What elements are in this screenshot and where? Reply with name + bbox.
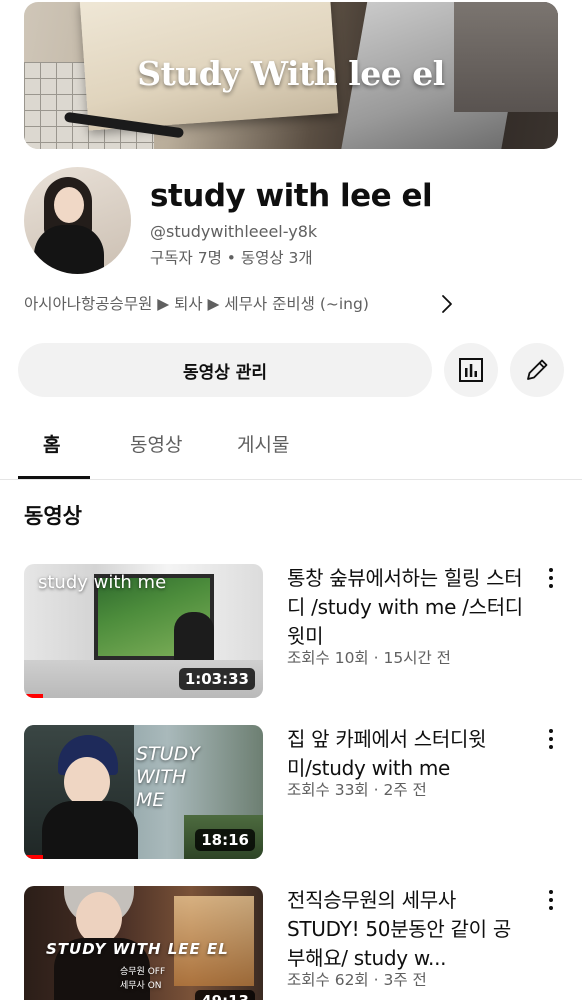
channel-name: study with lee el bbox=[150, 178, 433, 214]
video-thumbnail[interactable]: study with me 1:03:33 bbox=[24, 564, 263, 698]
video-thumbnail[interactable]: STUDY WITH ME 18:16 bbox=[24, 725, 263, 859]
chevron-right-icon[interactable] bbox=[437, 293, 457, 315]
thumbnail-text: STUDY WITH LEE EL bbox=[46, 940, 229, 958]
more-vert-icon[interactable] bbox=[540, 727, 562, 751]
video-duration: 18:16 bbox=[195, 829, 255, 851]
thumbnail-subtext: 승무원 OFF bbox=[120, 967, 166, 977]
video-title[interactable]: 통창 숲뷰에서하는 힐링 스터디 /study with me /스터디윗미 bbox=[287, 564, 527, 651]
video-meta: 조회수 33회 · 2주 전 bbox=[287, 781, 427, 799]
analytics-icon bbox=[459, 358, 483, 382]
more-vert-icon[interactable] bbox=[540, 888, 562, 912]
channel-handle: @studywithleeel-y8k bbox=[150, 222, 318, 241]
tab-posts[interactable]: 게시물 bbox=[237, 430, 289, 457]
video-item[interactable]: STUDY WITH ME 18:16 집 앞 카페에서 스터디윗미/study… bbox=[0, 725, 582, 865]
video-meta: 조회수 10회 · 15시간 전 bbox=[287, 649, 451, 667]
video-duration: 1:03:33 bbox=[178, 668, 255, 690]
watch-progress-bar bbox=[24, 694, 44, 698]
channel-stats: 구독자 7명 • 동영상 3개 bbox=[150, 249, 313, 267]
section-title-videos: 동영상 bbox=[24, 504, 82, 528]
tab-videos[interactable]: 동영상 bbox=[130, 430, 182, 457]
thumbnail-subtext: 세무사 ON bbox=[120, 981, 162, 991]
edit-channel-button[interactable] bbox=[510, 343, 564, 397]
channel-tabs: 홈 동영상 게시물 bbox=[0, 418, 582, 480]
watch-progress-bar bbox=[24, 855, 44, 859]
video-item[interactable]: STUDY WITH LEE EL 승무원 OFF 세무사 ON 49:13 전… bbox=[0, 886, 582, 1000]
more-vert-icon[interactable] bbox=[540, 566, 562, 590]
video-title[interactable]: 전직승무원의 세무사 STUDY! 50분동안 같이 공부해요/ study w… bbox=[287, 886, 527, 973]
manage-videos-button[interactable]: 동영상 관리 bbox=[18, 343, 432, 397]
edit-pencil-icon bbox=[527, 359, 548, 380]
video-title[interactable]: 집 앞 카페에서 스터디윗미/study with me bbox=[287, 725, 527, 783]
video-duration: 49:13 bbox=[195, 990, 255, 1000]
channel-banner: Study With lee el bbox=[24, 2, 558, 149]
thumbnail-text: study with me bbox=[38, 572, 167, 593]
video-thumbnail[interactable]: STUDY WITH LEE EL 승무원 OFF 세무사 ON 49:13 bbox=[24, 886, 263, 1000]
analytics-button[interactable] bbox=[444, 343, 498, 397]
channel-bio[interactable]: 아시아나항공승무원 ▶ 퇴사 ▶ 세무사 준비생 (~ing) bbox=[24, 292, 369, 314]
banner-title: Study With lee el bbox=[137, 54, 445, 93]
video-item[interactable]: study with me 1:03:33 통창 숲뷰에서하는 힐링 스터디 /… bbox=[0, 564, 582, 704]
video-meta: 조회수 62회 · 3주 전 bbox=[287, 971, 427, 989]
channel-avatar[interactable] bbox=[24, 167, 131, 274]
thumbnail-text: STUDY WITH ME bbox=[136, 743, 200, 811]
tab-home[interactable]: 홈 bbox=[43, 430, 60, 457]
active-tab-indicator bbox=[18, 476, 90, 479]
